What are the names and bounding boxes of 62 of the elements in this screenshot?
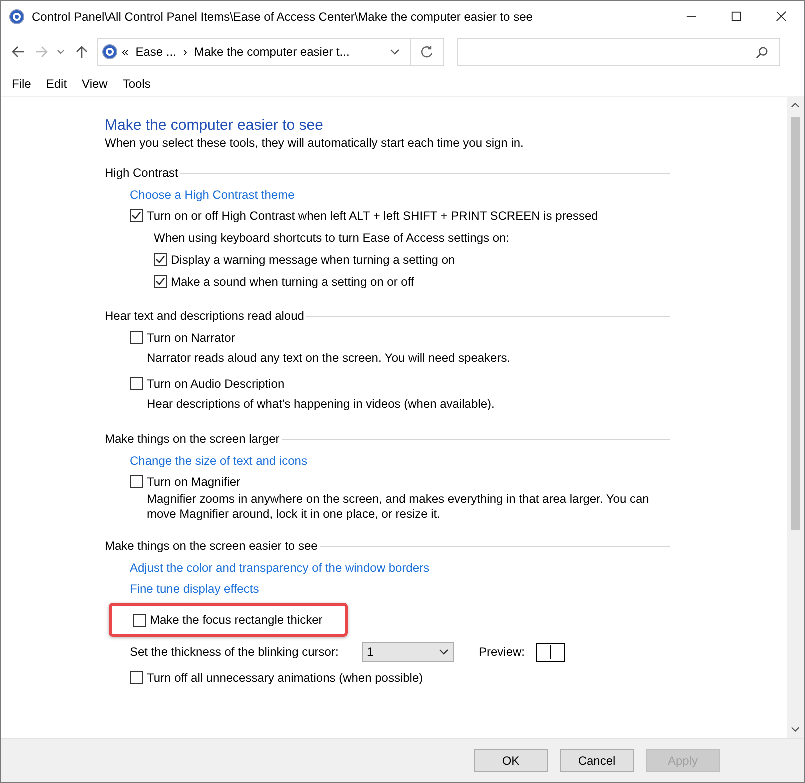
preview-label: Preview: xyxy=(479,645,526,659)
checkbox-label[interactable]: Turn on Narrator xyxy=(147,330,236,344)
section-heading: High Contrast xyxy=(105,166,178,180)
checkbox-label[interactable]: Turn off all unnecessary animations (when possible) xyxy=(147,670,424,684)
description-text: Narrator reads aloud any text on the screen. You will need speakers. xyxy=(147,351,512,366)
chevron-down-icon xyxy=(439,647,449,657)
breadcrumb[interactable]: › xyxy=(183,45,188,59)
checkbox-label[interactable]: Make the focus rectangle thicker xyxy=(150,613,323,627)
globe-icon xyxy=(9,8,25,24)
refresh-icon xyxy=(420,45,434,59)
chevron-down-icon[interactable] xyxy=(390,47,400,57)
checkbox[interactable] xyxy=(130,209,143,222)
chevron-down-icon[interactable] xyxy=(57,48,65,56)
menu-item[interactable]: File xyxy=(12,77,32,91)
link[interactable]: Fine tune display effects xyxy=(130,582,260,596)
checkbox-label[interactable]: Turn on Audio Description xyxy=(147,376,285,390)
section-heading: Hear text and descriptions read aloud xyxy=(105,309,304,323)
scroll-down-icon[interactable] xyxy=(791,725,800,734)
description-text: When using keyboard shortcuts to turn Ease of Access settings on: xyxy=(154,230,510,244)
checkbox-label[interactable]: Turn on or off High Contrast when left ALT + left SHIFT + PRINT SCREEN is pressed xyxy=(147,208,598,222)
search-icon xyxy=(756,46,769,58)
thickness-dropdown[interactable]: 1 xyxy=(362,642,454,662)
menu-item[interactable]: Edit xyxy=(46,77,68,91)
search-field[interactable] xyxy=(457,38,780,66)
section-heading: Make things on the screen easier to see xyxy=(105,539,318,553)
link[interactable]: Change the size of text and icons xyxy=(130,454,308,468)
checkbox-label[interactable]: Turn on Magnifier xyxy=(147,474,241,488)
scrollbar[interactable] xyxy=(787,97,804,738)
checkbox[interactable] xyxy=(154,253,167,266)
checkbox[interactable] xyxy=(133,614,146,626)
link[interactable]: Choose a High Contrast theme xyxy=(130,188,295,202)
scroll-thumb[interactable] xyxy=(791,117,800,530)
checkbox[interactable] xyxy=(130,671,143,684)
scroll-up-icon[interactable] xyxy=(791,101,800,110)
setting-label: Set the thickness of the blinking cursor: xyxy=(130,645,340,659)
menu-item[interactable]: Tools xyxy=(122,77,151,91)
checkbox[interactable] xyxy=(130,475,143,488)
address-bar[interactable]: « Ease ... › Make the computer easier t... xyxy=(97,38,444,66)
checkbox-label[interactable]: Make a sound when turning a setting on or off xyxy=(171,274,414,288)
dialog-button[interactable]: OK xyxy=(474,749,548,772)
breadcrumb[interactable]: Ease ... xyxy=(136,45,176,59)
section-heading: Make things on the screen larger xyxy=(105,432,280,446)
checkbox[interactable] xyxy=(130,377,143,390)
up-arrow-icon[interactable] xyxy=(75,45,89,59)
description-text: Hear descriptions of what's happening in videos (when available). xyxy=(147,397,496,412)
maximize-icon[interactable] xyxy=(731,11,742,22)
checkbox-label[interactable]: Display a warning message when turning a setting on xyxy=(171,252,456,266)
back-arrow-icon[interactable] xyxy=(11,45,25,59)
dialog-button[interactable]: Cancel xyxy=(560,749,634,772)
menu-item[interactable]: View xyxy=(82,77,108,91)
description-text: Magnifier zooms in anywhere on the screen, and makes everything in that area larger. You can move Magnifier around, lock it in one place, or resize it. xyxy=(147,492,650,522)
close-icon[interactable] xyxy=(776,11,787,22)
breadcrumb[interactable]: « xyxy=(122,45,129,59)
globe-icon xyxy=(102,44,118,60)
breadcrumb[interactable]: Make the computer easier t... xyxy=(194,45,350,59)
cursor-preview xyxy=(536,642,566,662)
link[interactable]: Adjust the color and transparency of the window borders xyxy=(130,560,430,574)
checkbox[interactable] xyxy=(154,275,167,288)
page-title: Make the computer easier to see xyxy=(105,117,324,134)
page-description: When you select these tools, they will automatically start each time you sign in. xyxy=(105,136,525,150)
window-title: Control Panel\All Control Panel Items\Ease of Access Center\Make the computer easier to see xyxy=(32,10,534,24)
checkbox[interactable] xyxy=(130,331,143,344)
